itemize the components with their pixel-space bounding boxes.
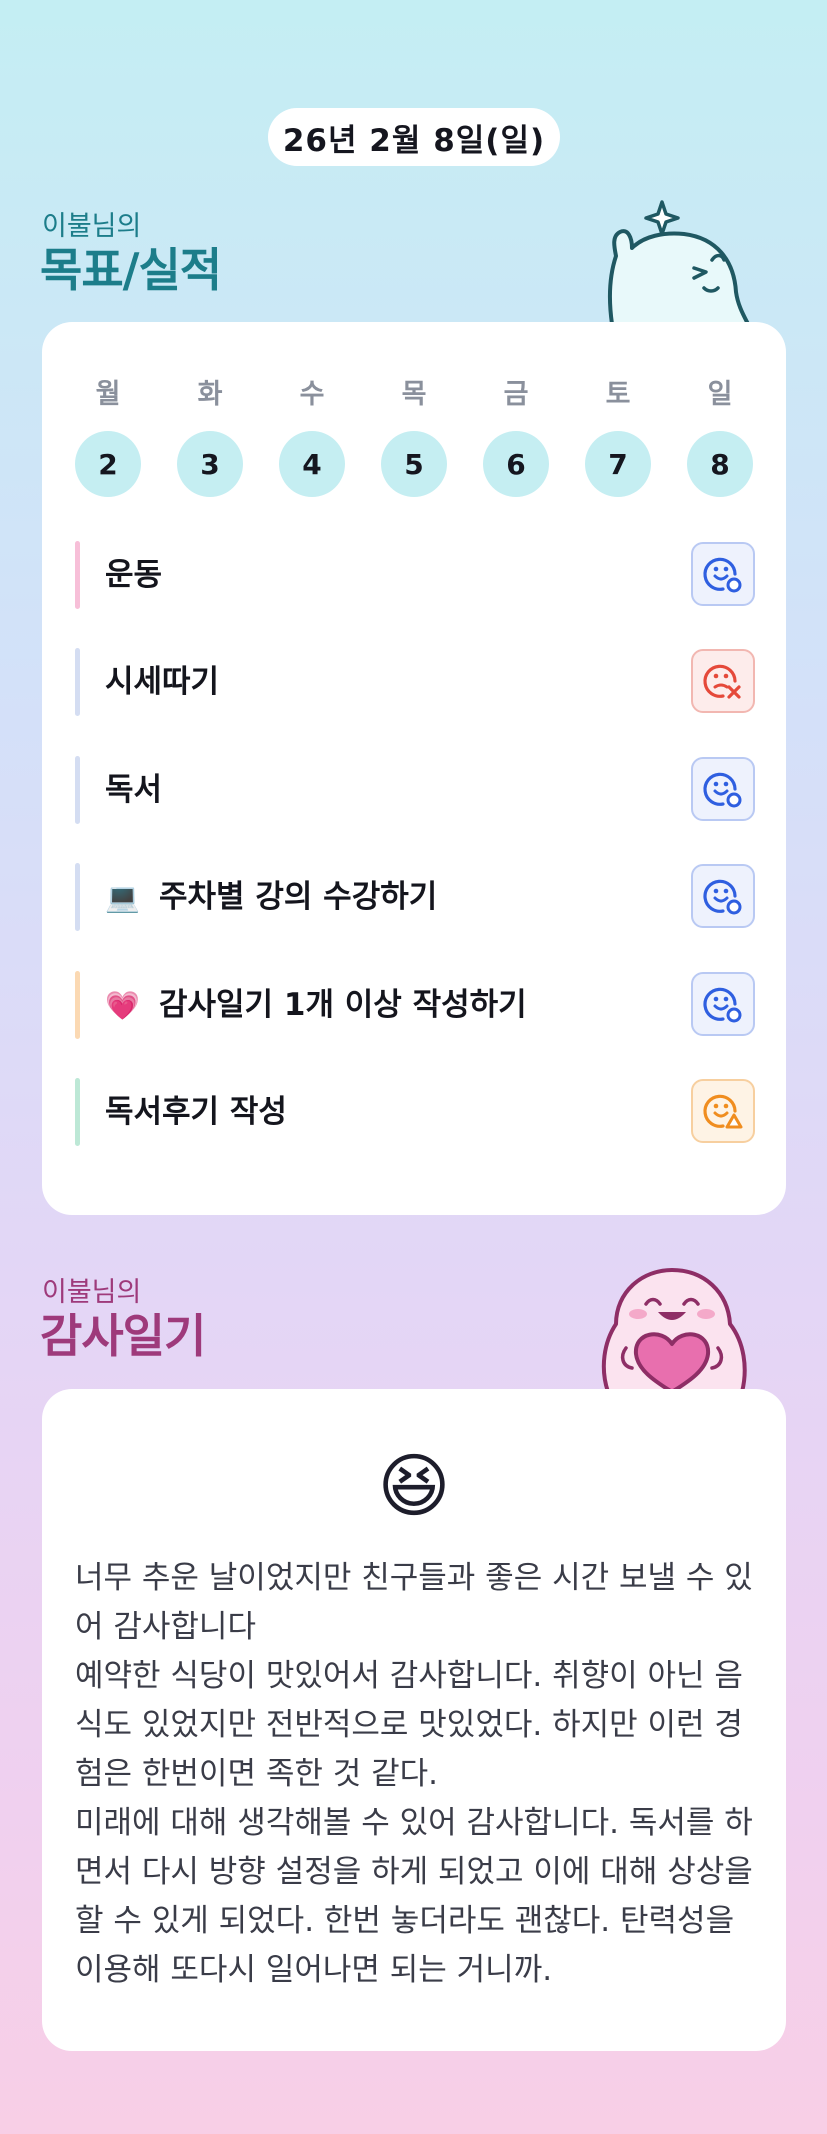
goal-label: 독서후기 작성 [105, 1094, 287, 1130]
status-partial-icon[interactable] [691, 1079, 755, 1143]
goal-text: 💗 감사일기 1개 이상 작성하기 [105, 971, 527, 1039]
goal-row[interactable]: 시세따기 [75, 648, 755, 716]
gratitude-paragraph: 미래에 대해 생각해볼 수 있어 감사합니다. 독서를 하면서 다시 방향 설정… [75, 1805, 753, 1988]
day-label-thu: 목 [401, 379, 427, 410]
goal-label: 감사일기 1개 이상 작성하기 [159, 987, 527, 1023]
day-label-fri: 금 [503, 379, 529, 410]
goal-text: 독서 [105, 756, 162, 824]
goal-color-bar [75, 863, 80, 931]
goal-row[interactable]: 독서후기 작성 [75, 1078, 755, 1146]
date-pill: 26년 2월 8일(일) [268, 108, 560, 166]
mascot-pointing-icon [607, 200, 750, 326]
goal-row[interactable]: 독서 [75, 756, 755, 824]
day-circle-tue[interactable]: 3 [177, 431, 243, 497]
day-circle-mon[interactable]: 2 [75, 431, 141, 497]
goal-row[interactable]: 💻 주차별 강의 수강하기 [75, 863, 755, 931]
status-done-icon[interactable] [691, 757, 755, 821]
gratitude-paragraph: 예약한 식당이 맛있어서 감사합니다. 취향이 아닌 음식도 있었지만 전반적으… [75, 1658, 743, 1792]
goal-row[interactable]: 💗 감사일기 1개 이상 작성하기 [75, 971, 755, 1039]
mood-emoji-icon: 😆 [377, 1445, 451, 1527]
laptop-icon: 💻 [105, 881, 140, 914]
goal-label: 운동 [105, 557, 163, 593]
goal-color-bar [75, 971, 80, 1039]
goal-text: 시세따기 [105, 648, 219, 716]
mascot-heart-icon [601, 1268, 747, 1392]
gratitude-text: 너무 추운 날이었지만 친구들과 좋은 시간 보낼 수 있어 감사합니다 예약한… [75, 1554, 765, 1995]
status-done-icon[interactable] [691, 542, 755, 606]
goal-color-bar [75, 541, 80, 609]
day-label-sun: 일 [707, 379, 733, 410]
day-circle-wed[interactable]: 4 [279, 431, 345, 497]
goal-text: 독서후기 작성 [105, 1078, 287, 1146]
goal-text: 운동 [105, 541, 162, 609]
day-circle-thu[interactable]: 5 [381, 431, 447, 497]
goal-label: 시세따기 [105, 664, 220, 700]
goals-title: 목표/실적 [40, 243, 222, 297]
gratitude-paragraph: 너무 추운 날이었지만 친구들과 좋은 시간 보낼 수 있어 감사합니다 [75, 1560, 753, 1645]
status-failed-icon[interactable] [691, 649, 755, 713]
day-circle-sat[interactable]: 7 [585, 431, 651, 497]
gratitude-title: 감사일기 [40, 1309, 206, 1363]
goal-color-bar [75, 1078, 80, 1146]
page: { "date": "26년 2월 8일(일)", "goals_section… [0, 0, 827, 2134]
goal-color-bar [75, 648, 80, 716]
goal-label: 주차별 강의 수강하기 [159, 879, 438, 915]
day-label-tue: 화 [197, 379, 223, 410]
goal-row[interactable]: 운동 [75, 541, 755, 609]
goal-color-bar [75, 756, 80, 824]
day-label-mon: 월 [95, 379, 121, 410]
goal-label: 독서 [105, 772, 163, 808]
day-label-wed: 수 [299, 379, 325, 410]
day-circle-sun[interactable]: 8 [687, 431, 753, 497]
status-done-icon[interactable] [691, 864, 755, 928]
status-done-icon[interactable] [691, 972, 755, 1036]
day-label-sat: 토 [605, 379, 631, 410]
goal-text: 💻 주차별 강의 수강하기 [105, 863, 437, 931]
day-circle-fri[interactable]: 6 [483, 431, 549, 497]
heart-icon: 💗 [105, 989, 140, 1022]
